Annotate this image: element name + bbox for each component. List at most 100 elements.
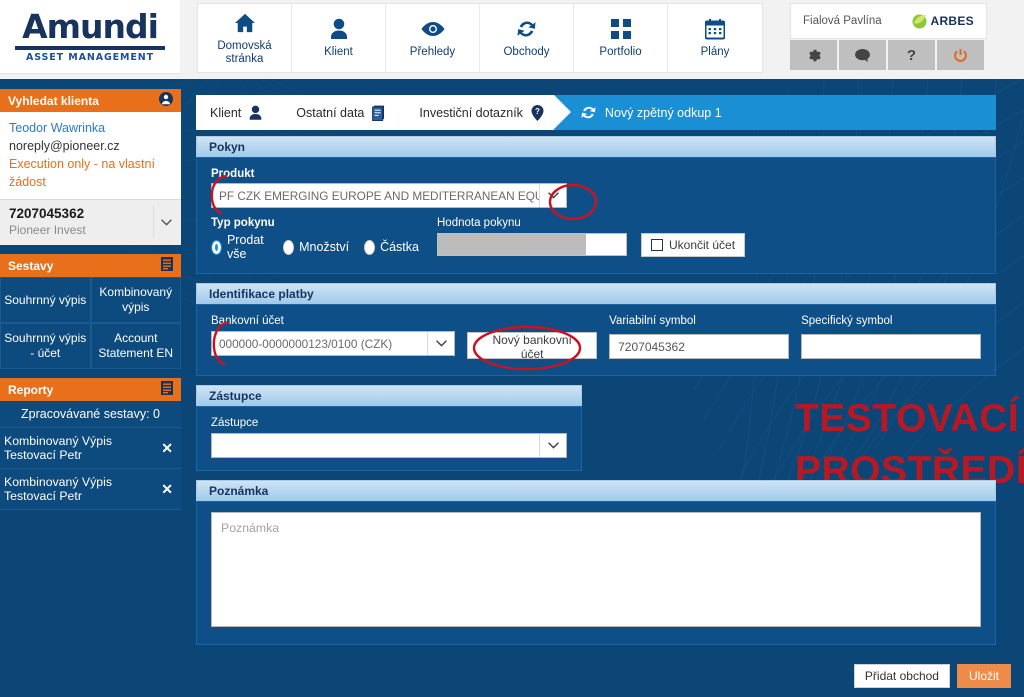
nav-item-obchody[interactable]: Obchody [480, 4, 574, 72]
sestavy-button-account-statement-en[interactable]: Account Statement EN [90, 323, 181, 369]
client-email: noreply@pioneer.cz [9, 139, 120, 153]
checkbox-icon[interactable] [651, 239, 663, 251]
report-list-item[interactable]: Kombinovaný Výpis Testovací Petr ✕ [0, 428, 181, 469]
typ-pokynu-radios: Prodat vše Množství Částka [211, 233, 429, 261]
bankovni-ucet-select[interactable]: 000000-0000000123/0100 (CZK) [211, 331, 456, 356]
logo-divider [15, 45, 165, 50]
section-poznamka-header: Poznámka [196, 480, 996, 501]
power-icon[interactable] [937, 40, 984, 70]
radio-label: Částka [380, 240, 419, 254]
sestavy-button-souhrnny-vypis[interactable]: Souhrnný výpis [0, 277, 91, 323]
close-icon[interactable]: ✕ [161, 440, 173, 457]
amundi-logo: Amundi ASSET MANAGEMENT [0, 0, 180, 74]
account-number: 7207045362 [9, 206, 85, 221]
report-list-item[interactable]: Kombinovaný Výpis Testovací Petr ✕ [0, 469, 181, 510]
user-name: Fialová Pavlína [803, 15, 882, 27]
hodnota-pokynu-label: Hodnota pokynu [437, 217, 521, 229]
variabilni-symbol-label: Variabilní symbol [609, 315, 696, 327]
nav-label: Domovská stránka [217, 40, 272, 65]
client-search-icon[interactable] [159, 92, 173, 109]
report-icon[interactable] [161, 257, 173, 274]
save-button[interactable]: Uložit [956, 664, 1011, 688]
chevron-down-icon[interactable] [539, 434, 566, 457]
breadcrumb-item-klient[interactable]: Klient [196, 95, 290, 130]
ukoncit-ucet-label: Ukončit účet [669, 238, 736, 252]
reporty-count: Zpracovávané sestavy: 0 [0, 401, 181, 428]
account-selector[interactable]: 7207045362 Pioneer Invest [0, 199, 181, 245]
nav-item-portfolio[interactable]: Portfolio [574, 4, 668, 72]
section-pokyn-body: Produkt PF CZK EMERGING EUROPE AND MEDIT… [196, 157, 996, 274]
calendar-icon [705, 17, 725, 41]
client-search-panel: Vyhledat klienta Teodor Wawrinka noreply… [0, 89, 181, 245]
logo-tagline: ASSET MANAGEMENT [25, 51, 155, 63]
breadcrumb-item-ostatni-data[interactable]: Ostatní data [272, 95, 413, 130]
breadcrumb-label: Ostatní data [296, 105, 365, 120]
left-sidebar: Vyhledat klienta Teodor Wawrinka noreply… [0, 89, 181, 519]
section-pokyn: Pokyn Produkt PF CZK EMERGING EUROPE AND… [196, 136, 996, 274]
section-platby-body: Bankovní účet 000000-0000000123/0100 (CZ… [196, 304, 996, 376]
section-poznamka: Poznámka [196, 480, 996, 645]
specificky-symbol-label: Specifický symbol [801, 315, 893, 327]
reporty-panel-title: Reporty [8, 382, 54, 397]
report-item-label: Kombinovaný Výpis Testovací Petr [4, 434, 112, 462]
nav-item-plany[interactable]: Plány [668, 4, 762, 72]
breadcrumb: Klient Ostatní data Investiční dotazník … [196, 95, 996, 130]
user-icon [330, 17, 348, 41]
client-panel-header[interactable]: Vyhledat klienta [0, 89, 181, 112]
sestavy-button-souhrnny-vypis-ucet[interactable]: Souhrnný výpis - účet [0, 323, 91, 369]
gear-icon[interactable] [790, 40, 837, 70]
refresh-icon [516, 17, 537, 41]
chevron-down-icon[interactable] [539, 184, 566, 207]
sestavy-panel-header[interactable]: Sestavy [0, 254, 181, 277]
app-root: TESTOVACÍ PROSTŘEDÍ Amundi ASSET MANAGEM… [0, 0, 1024, 697]
sestavy-panel: Sestavy Souhrnný výpis Kombinovaný výpis… [0, 254, 181, 369]
zastupce-label: Zástupce [211, 417, 259, 429]
nav-item-klient[interactable]: Klient [292, 4, 386, 72]
breadcrumb-item-novy-zpetny-odkup[interactable]: Nový zpětný odkup 1 [553, 95, 996, 130]
produkt-select[interactable]: PF CZK EMERGING EUROPE AND MEDITERRANEAN… [211, 183, 567, 208]
variabilni-symbol-input[interactable] [609, 334, 790, 359]
section-identifikace-platby: Identifikace platby Bankovní účet 000000… [196, 283, 996, 376]
typ-pokynu-label: Typ pokynu [211, 217, 275, 229]
chevron-down-icon[interactable] [427, 332, 454, 355]
nav-item-prehledy[interactable]: Přehledy [386, 4, 480, 72]
novy-bankovni-ucet-button[interactable]: Nový bankovní účet [467, 332, 598, 361]
client-details: Teodor Wawrinka noreply@pioneer.cz Execu… [0, 112, 181, 199]
produkt-selected-value: PF CZK EMERGING EUROPE AND MEDITERRANEAN… [219, 188, 539, 203]
reporty-panel-header[interactable]: Reporty [0, 378, 181, 401]
zastupce-select[interactable] [211, 433, 567, 458]
radio-label: Prodat vše [226, 233, 264, 261]
arbes-logo: ARBES [912, 14, 974, 29]
client-name[interactable]: Teodor Wawrinka [9, 119, 172, 137]
close-icon[interactable]: ✕ [161, 481, 173, 498]
breadcrumb-item-investicni-dotaznik[interactable]: Investiční dotazník ? [395, 95, 571, 130]
reporty-panel: Reporty Zpracovávané sestavy: 0 Kombinov… [0, 378, 181, 510]
poznamka-textarea[interactable] [211, 512, 981, 627]
sestavy-button-kombinovany-vypis[interactable]: Kombinovaný výpis [90, 277, 181, 323]
radio-mnozstvi[interactable] [283, 239, 295, 255]
specificky-symbol-group: Specifický symbol [801, 315, 981, 363]
hodnota-pokynu-input [437, 233, 627, 256]
hodnota-disabled-fill [438, 234, 586, 255]
ukoncit-ucet-checkbox-button[interactable]: Ukončit účet [641, 233, 746, 257]
bankovni-ucet-label: Bankovní účet [211, 315, 284, 327]
chat-icon[interactable] [839, 40, 886, 70]
nav-label: Přehledy [409, 46, 456, 59]
sestavy-panel-title: Sestavy [8, 258, 54, 273]
radio-prodat-vse[interactable] [211, 239, 222, 255]
help-icon[interactable]: ? [888, 40, 935, 70]
svg-text:?: ? [535, 107, 540, 116]
radio-castka[interactable] [364, 239, 376, 255]
typ-pokynu-group: Typ pokynu Prodat vše Množství Částka [211, 217, 429, 261]
breadcrumb-label: Klient [210, 105, 242, 120]
nav-item-domovska-stranka[interactable]: Domovská stránka [198, 4, 292, 72]
add-trade-button[interactable]: Přidat obchod [853, 664, 950, 688]
bankovni-ucet-group: Bankovní účet 000000-0000000123/0100 (CZ… [211, 315, 456, 363]
report-icon[interactable] [161, 381, 173, 398]
specificky-symbol-input[interactable] [801, 334, 981, 359]
user-icon [249, 105, 262, 120]
chevron-down-icon[interactable] [153, 206, 179, 238]
home-icon [234, 11, 256, 35]
hodnota-pokynu-group: Hodnota pokynu [437, 217, 627, 256]
variabilni-symbol-group: Variabilní symbol [609, 315, 790, 363]
